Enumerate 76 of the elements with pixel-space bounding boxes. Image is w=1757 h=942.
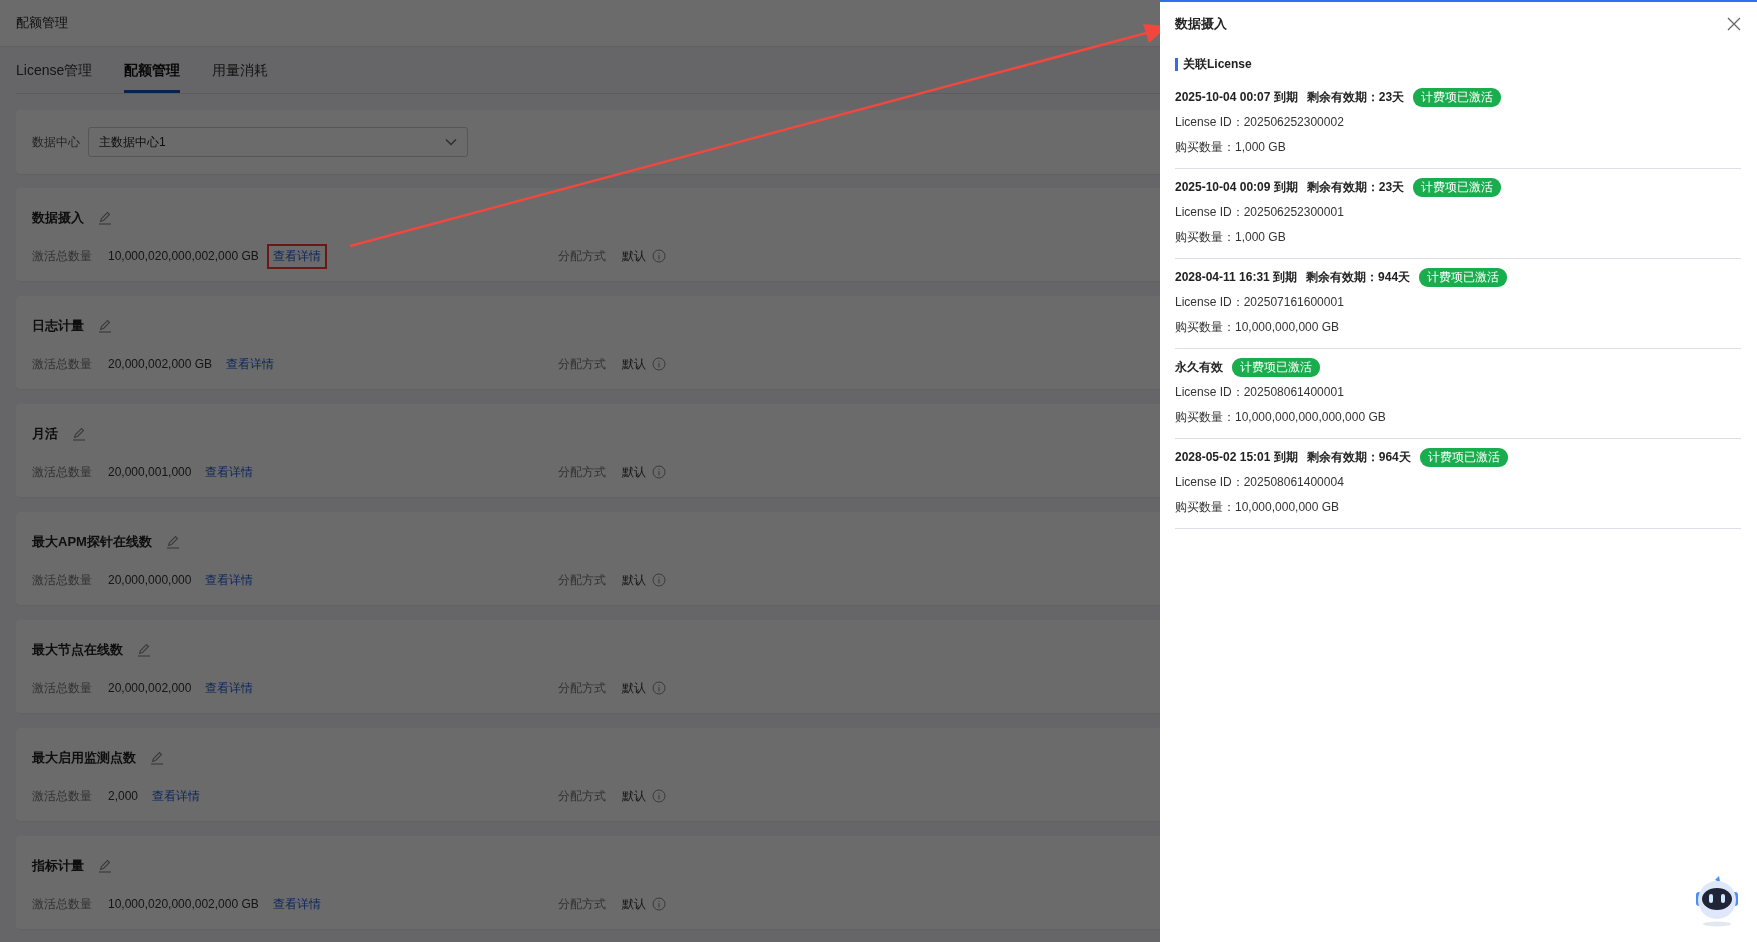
quota-title: 指标计量	[32, 857, 84, 875]
view-details-link[interactable]: 查看详情	[146, 783, 207, 809]
chevron-down-icon	[445, 138, 457, 146]
purchase-amount: 购买数量：10,000,000,000,000,000 GB	[1175, 409, 1387, 426]
allocation-value: 默认	[622, 463, 646, 481]
edit-icon[interactable]	[98, 211, 112, 225]
expiry-text: 2025-10-04 00:09 到期	[1175, 178, 1298, 196]
info-icon[interactable]	[652, 789, 666, 803]
tab[interactable]: 配额管理	[124, 62, 181, 93]
expiry-text: 2025-10-04 00:07 到期	[1175, 88, 1298, 106]
allocation-value: 默认	[622, 571, 646, 589]
total-value: 20,000,002,000	[108, 681, 192, 695]
allocation-value: 默认	[622, 247, 646, 265]
info-icon[interactable]	[652, 465, 666, 479]
license-id: License ID：202507161600001	[1175, 294, 1345, 311]
expiry-text: 2028-04-11 16:31 到期	[1175, 268, 1298, 286]
info-icon[interactable]	[652, 681, 666, 695]
drawer-title: 数据摄入	[1175, 15, 1227, 33]
remaining-text: 剩余有效期：23天	[1306, 178, 1405, 196]
allocation-value: 默认	[622, 355, 646, 373]
info-icon[interactable]	[652, 573, 666, 587]
status-badge: 计费项已激活	[1413, 87, 1502, 107]
remaining-text: 剩余有效期：23天	[1306, 88, 1405, 106]
total-value: 20,000,000,000	[108, 573, 192, 587]
total-value: 20,000,001,000	[108, 465, 192, 479]
quota-title: 日志计量	[32, 317, 84, 335]
license-id: License ID：202506252300002	[1175, 114, 1345, 131]
status-badge: 计费项已激活	[1413, 177, 1502, 197]
expiry-text: 2028-05-02 15:01 到期	[1175, 448, 1298, 466]
status-badge: 计费项已激活	[1232, 357, 1320, 377]
tab[interactable]: License管理	[16, 62, 93, 93]
purchase-amount: 购买数量：10,000,000,000 GB	[1175, 319, 1341, 336]
remaining-text: 剩余有效期：964天	[1306, 448, 1411, 466]
edit-icon[interactable]	[137, 643, 151, 657]
status-badge: 计费项已激活	[1419, 267, 1508, 287]
total-value: 2,000	[108, 789, 139, 803]
info-icon[interactable]	[652, 357, 666, 371]
view-details-link[interactable]: 查看详情	[199, 459, 260, 485]
quota-title: 最大APM探针在线数	[32, 533, 152, 551]
page-title: 配额管理	[16, 14, 68, 32]
close-icon[interactable]	[1727, 17, 1741, 31]
purchase-amount: 购买数量：1,000 GB	[1175, 229, 1287, 246]
view-details-link[interactable]: 查看详情	[220, 351, 281, 377]
edit-icon[interactable]	[165, 535, 180, 549]
edit-icon[interactable]	[98, 319, 112, 333]
license-id: License ID：202508061400004	[1175, 474, 1345, 491]
purchase-amount: 购买数量：10,000,000,000 GB	[1175, 499, 1341, 516]
purchase-amount: 购买数量：1,000 GB	[1175, 139, 1287, 156]
allocation-value: 默认	[622, 895, 646, 913]
info-icon[interactable]	[652, 249, 666, 263]
allocation-value: 默认	[622, 679, 646, 697]
expiry-text: 永久有效	[1175, 358, 1223, 376]
view-details-link[interactable]: 查看详情	[266, 243, 327, 269]
license-id: License ID：202508061400001	[1175, 384, 1345, 401]
quota-title: 数据摄入	[32, 209, 84, 227]
filter-label: 数据中心	[32, 133, 80, 151]
edit-icon[interactable]	[98, 859, 112, 873]
edit-icon[interactable]	[72, 427, 86, 441]
status-badge: 计费项已激活	[1419, 447, 1508, 467]
total-value: 10,000,020,000,002,000 GB	[108, 249, 259, 263]
quota-title: 最大节点在线数	[32, 641, 123, 659]
total-value: 10,000,020,000,002,000 GB	[108, 897, 259, 911]
total-value: 20,000,002,000 GB	[108, 357, 213, 371]
quota-title: 最大启用监测点数	[32, 749, 136, 767]
tab[interactable]: 用量消耗	[212, 62, 269, 93]
quota-title: 月活	[32, 425, 58, 443]
data-center-select[interactable]: 主数据中心1	[88, 127, 468, 157]
license-id: License ID：202506252300001	[1175, 204, 1345, 221]
remaining-text: 剩余有效期：944天	[1306, 268, 1411, 286]
view-details-link[interactable]: 查看详情	[266, 891, 327, 917]
info-icon[interactable]	[652, 897, 666, 911]
allocation-value: 默认	[622, 787, 646, 805]
view-details-link[interactable]: 查看详情	[199, 567, 260, 593]
view-details-link[interactable]: 查看详情	[199, 675, 260, 701]
section-title: 关联License	[1175, 58, 1741, 71]
edit-icon[interactable]	[150, 751, 164, 765]
